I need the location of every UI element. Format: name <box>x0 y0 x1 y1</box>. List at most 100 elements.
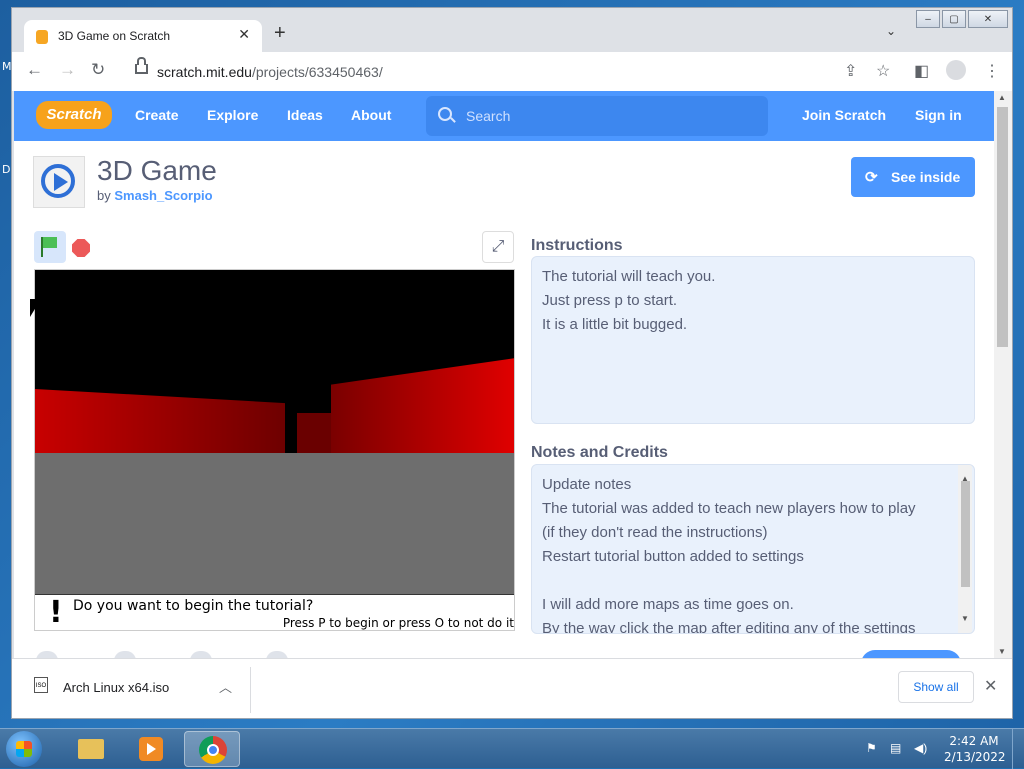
folder-icon <box>78 739 104 759</box>
scratch-logo[interactable]: Scratch <box>36 101 112 129</box>
nav-create[interactable]: Create <box>135 107 179 123</box>
instructions-box: The tutorial will teach you. Just press … <box>531 256 975 424</box>
side-panel-icon[interactable]: ◧ <box>914 61 929 81</box>
kebab-menu-icon[interactable]: ⋮ <box>984 61 1000 81</box>
project-stage[interactable]: ! Do you want to begin the tutorial? Pre… <box>34 269 515 631</box>
notes-line: Restart tutorial button added to setting… <box>542 548 804 565</box>
stage-wall-center <box>297 413 332 453</box>
scroll-down-icon[interactable]: ▼ <box>998 647 1006 656</box>
show-desktop-button[interactable] <box>1012 729 1024 769</box>
taskbar-media-player[interactable] <box>122 731 178 767</box>
notes-line: (if they don't read the instructions) <box>542 524 768 541</box>
stop-button[interactable] <box>72 239 90 257</box>
reload-icon[interactable]: ↻ <box>91 60 105 80</box>
sign-in-link[interactable]: Sign in <box>915 107 962 123</box>
new-tab-button[interactable]: + <box>274 22 286 45</box>
browser-tab[interactable]: 3D Game on Scratch ✕ <box>24 20 262 52</box>
remix-button[interactable] <box>861 650 961 658</box>
tab-strip: 3D Game on Scratch ✕ + ⌄ ‒ ▢ ✕ <box>12 8 1012 52</box>
show-all-button[interactable]: Show all <box>898 671 974 703</box>
windows-taskbar: ⚑ ▤ ◀) 2:42 AM 2/13/2022 <box>0 728 1024 769</box>
notes-line: By the way click the map after editing a… <box>542 620 916 634</box>
back-arrow-icon[interactable]: ← <box>26 60 43 80</box>
love-icon[interactable] <box>36 651 58 658</box>
instructions-heading: Instructions <box>531 237 623 254</box>
search-input[interactable]: Search <box>426 96 768 136</box>
green-flag-button[interactable] <box>34 231 66 263</box>
profile-avatar-icon[interactable] <box>946 60 966 80</box>
url-text: scratch.mit.edu/projects/633450463/ <box>157 64 383 80</box>
notes-box[interactable]: Update notes The tutorial was added to t… <box>531 464 975 634</box>
notes-scrollbar[interactable]: ▲ ▼ <box>958 465 972 633</box>
chrome-window: 3D Game on Scratch ✕ + ⌄ ‒ ▢ ✕ ← → ↻ scr… <box>11 7 1013 719</box>
iso-file-icon: ISO <box>34 677 48 693</box>
clock-time: 2:42 AM <box>949 734 999 748</box>
mouse-cursor-icon <box>30 299 41 317</box>
taskbar-explorer[interactable] <box>62 731 118 767</box>
fullscreen-button[interactable]: ⤢ <box>482 231 514 263</box>
scroll-down-icon[interactable]: ▼ <box>961 607 969 631</box>
project-title: 3D Game <box>97 155 217 186</box>
close-window-button[interactable]: ✕ <box>968 10 1008 28</box>
share-icon[interactable]: ⇪ <box>844 61 857 81</box>
project-byline: by Smash_Scorpio <box>97 188 213 203</box>
notes-line: I will add more maps as time goes on. <box>542 596 794 613</box>
instruction-line: It is a little bit bugged. <box>542 316 688 333</box>
remix-icon[interactable] <box>190 651 212 658</box>
favorite-icon[interactable] <box>114 651 136 658</box>
forward-arrow-icon[interactable]: → <box>59 60 76 80</box>
taskbar-chrome[interactable] <box>184 731 240 767</box>
stage-wall-left <box>35 389 285 453</box>
volume-icon[interactable]: ◀) <box>914 741 927 755</box>
see-inside-button[interactable]: ⟳ See inside <box>851 157 975 197</box>
play-icon <box>54 173 68 191</box>
stage-dialog: ! Do you want to begin the tutorial? Pre… <box>35 594 514 630</box>
scratch-navbar: Scratch Create Explore Ideas About Searc… <box>14 91 994 141</box>
address-bar[interactable]: scratch.mit.edu/projects/633450463/ <box>125 57 875 87</box>
search-placeholder: Search <box>466 108 511 124</box>
join-scratch-link[interactable]: Join Scratch <box>802 107 886 123</box>
lock-icon <box>135 57 148 74</box>
notes-line <box>542 569 964 593</box>
chevron-up-icon[interactable]: ︿ <box>219 677 232 696</box>
download-bar: ISO Arch Linux x64.iso ︿ Show all ✕ <box>12 658 1012 718</box>
scratch-page: Scratch Create Explore Ideas About Searc… <box>14 91 994 658</box>
divider <box>250 667 251 713</box>
nav-ideas[interactable]: Ideas <box>287 107 323 123</box>
scroll-up-icon[interactable]: ▲ <box>998 93 1006 102</box>
nav-about[interactable]: About <box>351 107 391 123</box>
project-stats-row <box>34 651 974 658</box>
taskbar-clock[interactable]: 2:42 AM 2/13/2022 <box>944 733 1006 765</box>
chrome-icon <box>199 736 227 764</box>
close-icon[interactable]: ✕ <box>984 676 997 696</box>
close-tab-icon[interactable]: ✕ <box>238 26 250 43</box>
page-scrollbar[interactable]: ▲ ▼ <box>994 91 1012 658</box>
stage-floor <box>35 453 514 594</box>
download-filename: Arch Linux x64.iso <box>63 680 170 695</box>
star-icon[interactable]: ☆ <box>876 61 890 81</box>
chevron-down-icon[interactable]: ⌄ <box>886 24 896 38</box>
nav-explore[interactable]: Explore <box>207 107 258 123</box>
start-button[interactable] <box>6 731 42 767</box>
maximize-button[interactable]: ▢ <box>942 10 966 28</box>
dialog-hint: Press P to begin or press O to not do it <box>282 616 514 630</box>
tab-title: 3D Game on Scratch <box>58 29 171 43</box>
dialog-question: Do you want to begin the tutorial? <box>73 598 314 614</box>
notes-heading: Notes and Credits <box>531 444 668 461</box>
instruction-line: Just press p to start. <box>542 292 678 309</box>
media-player-icon <box>139 737 163 761</box>
minimize-button[interactable]: ‒ <box>916 10 940 28</box>
scratch-favicon-icon <box>36 30 48 44</box>
download-item[interactable]: ISO Arch Linux x64.iso ︿ <box>24 667 249 709</box>
exclamation-icon: ! <box>49 595 63 630</box>
clock-date: 2/13/2022 <box>944 750 1006 764</box>
views-icon[interactable] <box>266 651 288 658</box>
remix-arrows-icon: ⟳ <box>865 169 878 186</box>
desktop-icon-label[interactable]: D <box>2 163 10 176</box>
stage-wall-right <box>331 358 514 453</box>
action-center-icon[interactable]: ⚑ <box>866 741 877 755</box>
network-icon[interactable]: ▤ <box>890 741 901 755</box>
author-link[interactable]: Smash_Scorpio <box>114 188 212 203</box>
search-icon <box>438 107 452 121</box>
author-avatar[interactable] <box>33 156 85 208</box>
